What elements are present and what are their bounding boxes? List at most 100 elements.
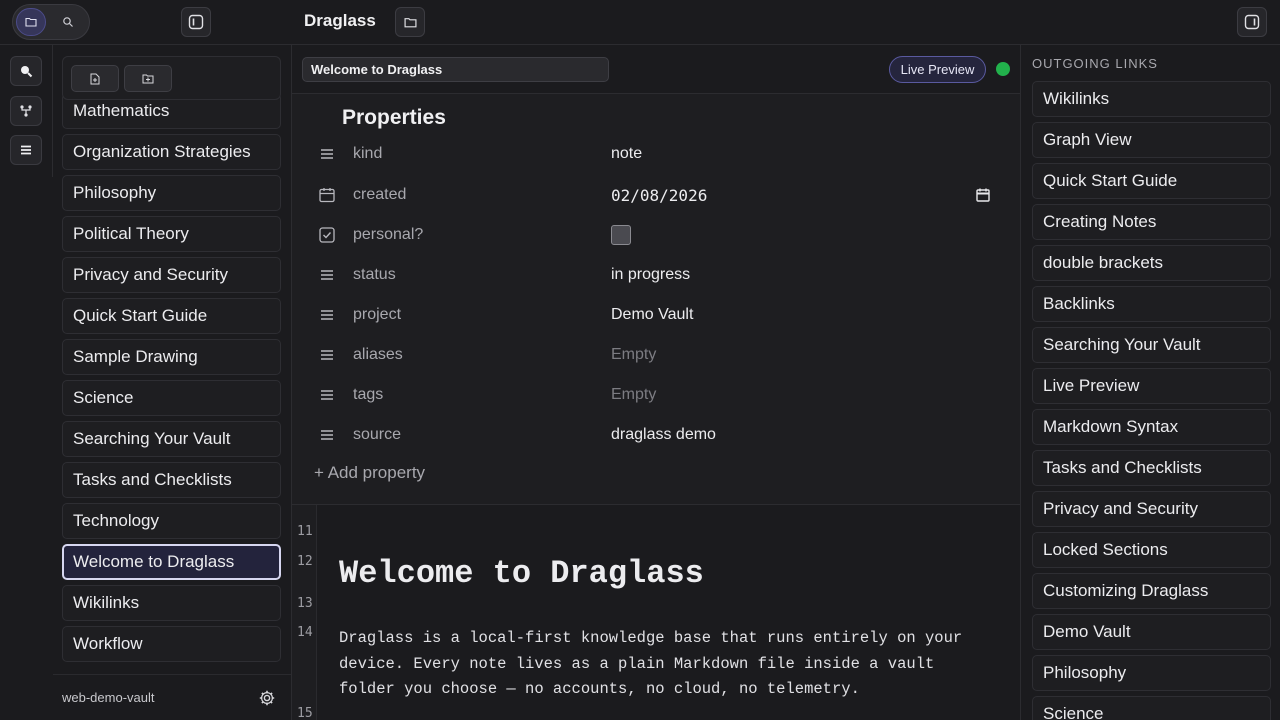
file-item-privacy-and-security[interactable]: Privacy and Security (62, 257, 281, 293)
checkbox-icon (319, 227, 335, 243)
calendar-picker-icon[interactable] (975, 187, 991, 203)
file-item-searching-your-vault[interactable]: Searching Your Vault (62, 421, 281, 457)
property-row-tags: tags Empty (292, 376, 1020, 416)
property-row-aliases: aliases Empty (292, 336, 1020, 376)
left-ribbon (0, 45, 53, 177)
file-item-welcome-to-draglass[interactable]: Welcome to Draglass (62, 544, 281, 580)
editor[interactable]: 11 12 13 14 15 Welcome to Draglass Dragl… (292, 505, 1020, 720)
outgoing-link[interactable]: Philosophy (1032, 655, 1271, 691)
graph-view-button[interactable] (10, 96, 42, 126)
paragraph-line: device. Every note lives as a plain Mark… (339, 654, 935, 673)
tab-welcome-to-draglass[interactable]: Welcome to Draglass (302, 57, 609, 82)
note-paragraph[interactable]: Draglass is a local-first knowledge base… (339, 626, 979, 703)
property-value[interactable]: note (611, 145, 642, 163)
outgoing-link[interactable]: Privacy and Security (1032, 491, 1271, 527)
file-item-tasks-and-checklists[interactable]: Tasks and Checklists (62, 462, 281, 498)
file-item-philosophy[interactable]: Philosophy (62, 175, 281, 211)
personal-checkbox[interactable] (611, 225, 631, 245)
line-number-gutter: 11 12 13 14 15 (292, 505, 317, 720)
new-folder-icon (142, 74, 154, 84)
sync-status-indicator (996, 62, 1010, 76)
file-item-wikilinks[interactable]: Wikilinks (62, 585, 281, 621)
date-input[interactable]: 02/08/2026 (611, 186, 707, 205)
search-icon (63, 17, 73, 27)
outgoing-link[interactable]: Wikilinks (1032, 81, 1271, 117)
file-item-science[interactable]: Science (62, 380, 281, 416)
file-item-sample-drawing[interactable]: Sample Drawing (62, 339, 281, 375)
property-value[interactable]: in progress (611, 266, 690, 284)
property-row-kind: kind note (292, 135, 1020, 175)
open-vault-button[interactable] (395, 7, 425, 37)
properties-panel: Properties kind note created 02/08/2026 … (292, 94, 1020, 505)
list-icon (321, 390, 333, 400)
new-note-button[interactable] (71, 65, 119, 92)
file-item-quick-start-guide[interactable]: Quick Start Guide (62, 298, 281, 334)
toggle-right-sidebar-button[interactable] (1237, 7, 1267, 37)
file-item-technology[interactable]: Technology (62, 503, 281, 539)
line-number: 14 (297, 625, 313, 640)
file-item-political-theory[interactable]: Political Theory (62, 216, 281, 252)
outgoing-link[interactable]: Backlinks (1032, 286, 1271, 322)
search-button[interactable] (10, 56, 42, 86)
outgoing-link[interactable]: Searching Your Vault (1032, 327, 1271, 363)
live-preview-toggle[interactable]: Live Preview (889, 56, 986, 83)
outgoing-links-title: OUTGOING LINKS (1032, 56, 1158, 71)
outgoing-link[interactable]: Quick Start Guide (1032, 163, 1271, 199)
property-value[interactable]: draglass demo (611, 426, 716, 444)
property-value-empty[interactable]: Empty (611, 386, 656, 404)
add-property-button[interactable]: + Add property (314, 463, 425, 483)
outgoing-link[interactable]: Markdown Syntax (1032, 409, 1271, 445)
search-icon (21, 66, 33, 78)
outgoing-links-pane: OUTGOING LINKS Wikilinks Graph View Quic… (1020, 45, 1280, 720)
outgoing-link[interactable]: Customizing Draglass (1032, 573, 1271, 609)
view-mode-switch (12, 4, 90, 40)
vault-name[interactable]: web-demo-vault (62, 690, 155, 705)
property-value-empty[interactable]: Empty (611, 346, 656, 364)
property-key[interactable]: project (353, 306, 401, 324)
property-key[interactable]: kind (353, 145, 382, 163)
gear-icon (259, 690, 275, 706)
app-title: Draglass (304, 11, 376, 30)
list-icon (321, 430, 333, 440)
search-mode-button[interactable] (53, 8, 83, 36)
folder-icon (403, 17, 417, 27)
file-list-button[interactable] (10, 135, 42, 165)
line-number: 11 (297, 524, 313, 539)
property-key[interactable]: created (353, 186, 406, 204)
toggle-left-sidebar-button[interactable] (181, 7, 211, 37)
settings-button[interactable] (258, 689, 276, 712)
list-icon (321, 310, 333, 320)
property-key[interactable]: tags (353, 386, 383, 404)
sidebar-left-icon (188, 14, 204, 30)
file-item-organization-strategies[interactable]: Organization Strategies (62, 134, 281, 170)
outgoing-link[interactable]: Science (1032, 696, 1271, 720)
menu-icon (21, 145, 31, 155)
outgoing-link[interactable]: Live Preview (1032, 368, 1271, 404)
outgoing-link[interactable]: Locked Sections (1032, 532, 1271, 568)
list-icon (321, 350, 333, 360)
property-key[interactable]: personal? (353, 226, 423, 244)
tab-bar: Welcome to Draglass Live Preview (292, 45, 1020, 94)
file-item-workflow[interactable]: Workflow (62, 626, 281, 662)
files-mode-button[interactable] (16, 8, 46, 36)
outgoing-link[interactable]: Creating Notes (1032, 204, 1271, 240)
main-pane: Welcome to Draglass Live Preview Propert… (292, 45, 1020, 720)
folder-icon (25, 17, 37, 27)
note-heading[interactable]: Welcome to Draglass (339, 555, 704, 592)
new-file-icon (90, 73, 100, 84)
property-row-status: status in progress (292, 256, 1020, 296)
property-key[interactable]: aliases (353, 346, 403, 364)
outgoing-link[interactable]: Tasks and Checklists (1032, 450, 1271, 486)
list-icon (321, 149, 333, 159)
property-key[interactable]: source (353, 426, 401, 444)
outgoing-link[interactable]: Graph View (1032, 122, 1271, 158)
paragraph-line: folder you choose — no accounts, no clou… (339, 680, 860, 698)
new-folder-button[interactable] (124, 65, 172, 92)
line-number: 13 (297, 596, 313, 611)
top-bar: Draglass (0, 0, 1280, 45)
property-key[interactable]: status (353, 266, 396, 284)
outgoing-link[interactable]: Demo Vault (1032, 614, 1271, 650)
outgoing-link[interactable]: double brackets (1032, 245, 1271, 281)
property-value[interactable]: Demo Vault (611, 306, 693, 324)
calendar-icon (319, 188, 335, 203)
